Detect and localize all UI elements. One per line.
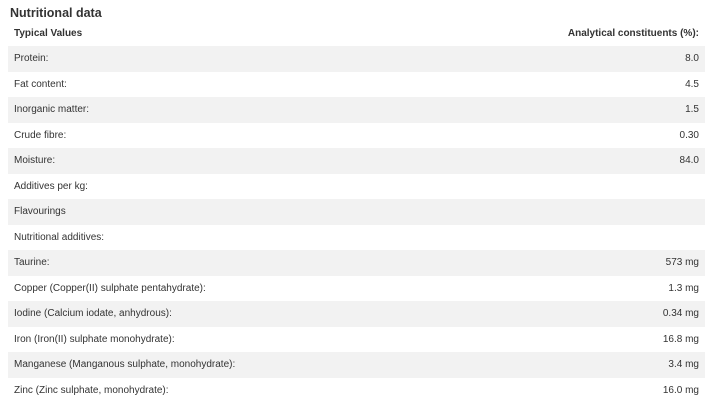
row-label: Fat content:: [8, 71, 488, 97]
row-value: 16.8 mg: [488, 326, 705, 352]
row-label: Inorganic matter:: [8, 97, 488, 123]
row-value: 16.0 mg: [488, 377, 705, 403]
table-row: Additives per kg:: [8, 173, 705, 199]
row-label: Copper (Copper(II) sulphate pentahydrate…: [8, 275, 488, 301]
row-value: [488, 224, 705, 250]
table-row: Crude fibre: 0.30: [8, 122, 705, 148]
row-label: Manganese (Manganous sulphate, monohydra…: [8, 352, 488, 378]
row-value: 3.4 mg: [488, 352, 705, 378]
row-value: 573 mg: [488, 250, 705, 276]
row-label: Additives per kg:: [8, 173, 488, 199]
row-label: Protein:: [8, 46, 488, 72]
header-analytical-constituents: Analytical constituents (%):: [567, 28, 699, 39]
table-row: Iodine (Calcium iodate, anhydrous): 0.34…: [8, 301, 705, 327]
table-row: Moisture: 84.0: [8, 148, 705, 174]
row-value: 0.34 mg: [488, 301, 705, 327]
table-header-row: Typical Values Analytical constituents (…: [8, 22, 705, 46]
row-value: 1.5: [488, 97, 705, 123]
row-label: Crude fibre:: [8, 122, 488, 148]
row-value: [488, 199, 705, 225]
table-row: Flavourings: [8, 199, 705, 225]
row-label: Nutritional additives:: [8, 224, 488, 250]
table-row: Nutritional additives:: [8, 224, 705, 250]
row-value: [488, 173, 705, 199]
table-row: Copper (Copper(II) sulphate pentahydrate…: [8, 275, 705, 301]
table-row: Zinc (Zinc sulphate, monohydrate): 16.0 …: [8, 377, 705, 403]
section-title: Nutritional data: [10, 6, 102, 20]
table-row: Iron (Iron(II) sulphate monohydrate): 16…: [8, 326, 705, 352]
row-value: 8.0: [488, 46, 705, 72]
row-label: Iodine (Calcium iodate, anhydrous):: [8, 301, 488, 327]
table-row: Protein: 8.0: [8, 46, 705, 72]
row-value: 0.30: [488, 122, 705, 148]
row-value: 1.3 mg: [488, 275, 705, 301]
table-row: Inorganic matter: 1.5: [8, 97, 705, 123]
row-label: Moisture:: [8, 148, 488, 174]
row-label: Flavourings: [8, 199, 488, 225]
row-value: 4.5: [488, 71, 705, 97]
table-row: Manganese (Manganous sulphate, monohydra…: [8, 352, 705, 378]
nutrition-table: Typical Values Analytical constituents (…: [8, 22, 705, 403]
row-value: 84.0: [488, 148, 705, 174]
row-label: Taurine:: [8, 250, 488, 276]
table-row: Fat content: 4.5: [8, 71, 705, 97]
table-row: Taurine: 573 mg: [8, 250, 705, 276]
nutritional-data-page: Nutritional data Typical Values Analytic…: [0, 0, 713, 407]
row-label: Zinc (Zinc sulphate, monohydrate):: [8, 377, 488, 403]
header-typical-values: Typical Values: [14, 28, 83, 39]
row-label: Iron (Iron(II) sulphate monohydrate):: [8, 326, 488, 352]
